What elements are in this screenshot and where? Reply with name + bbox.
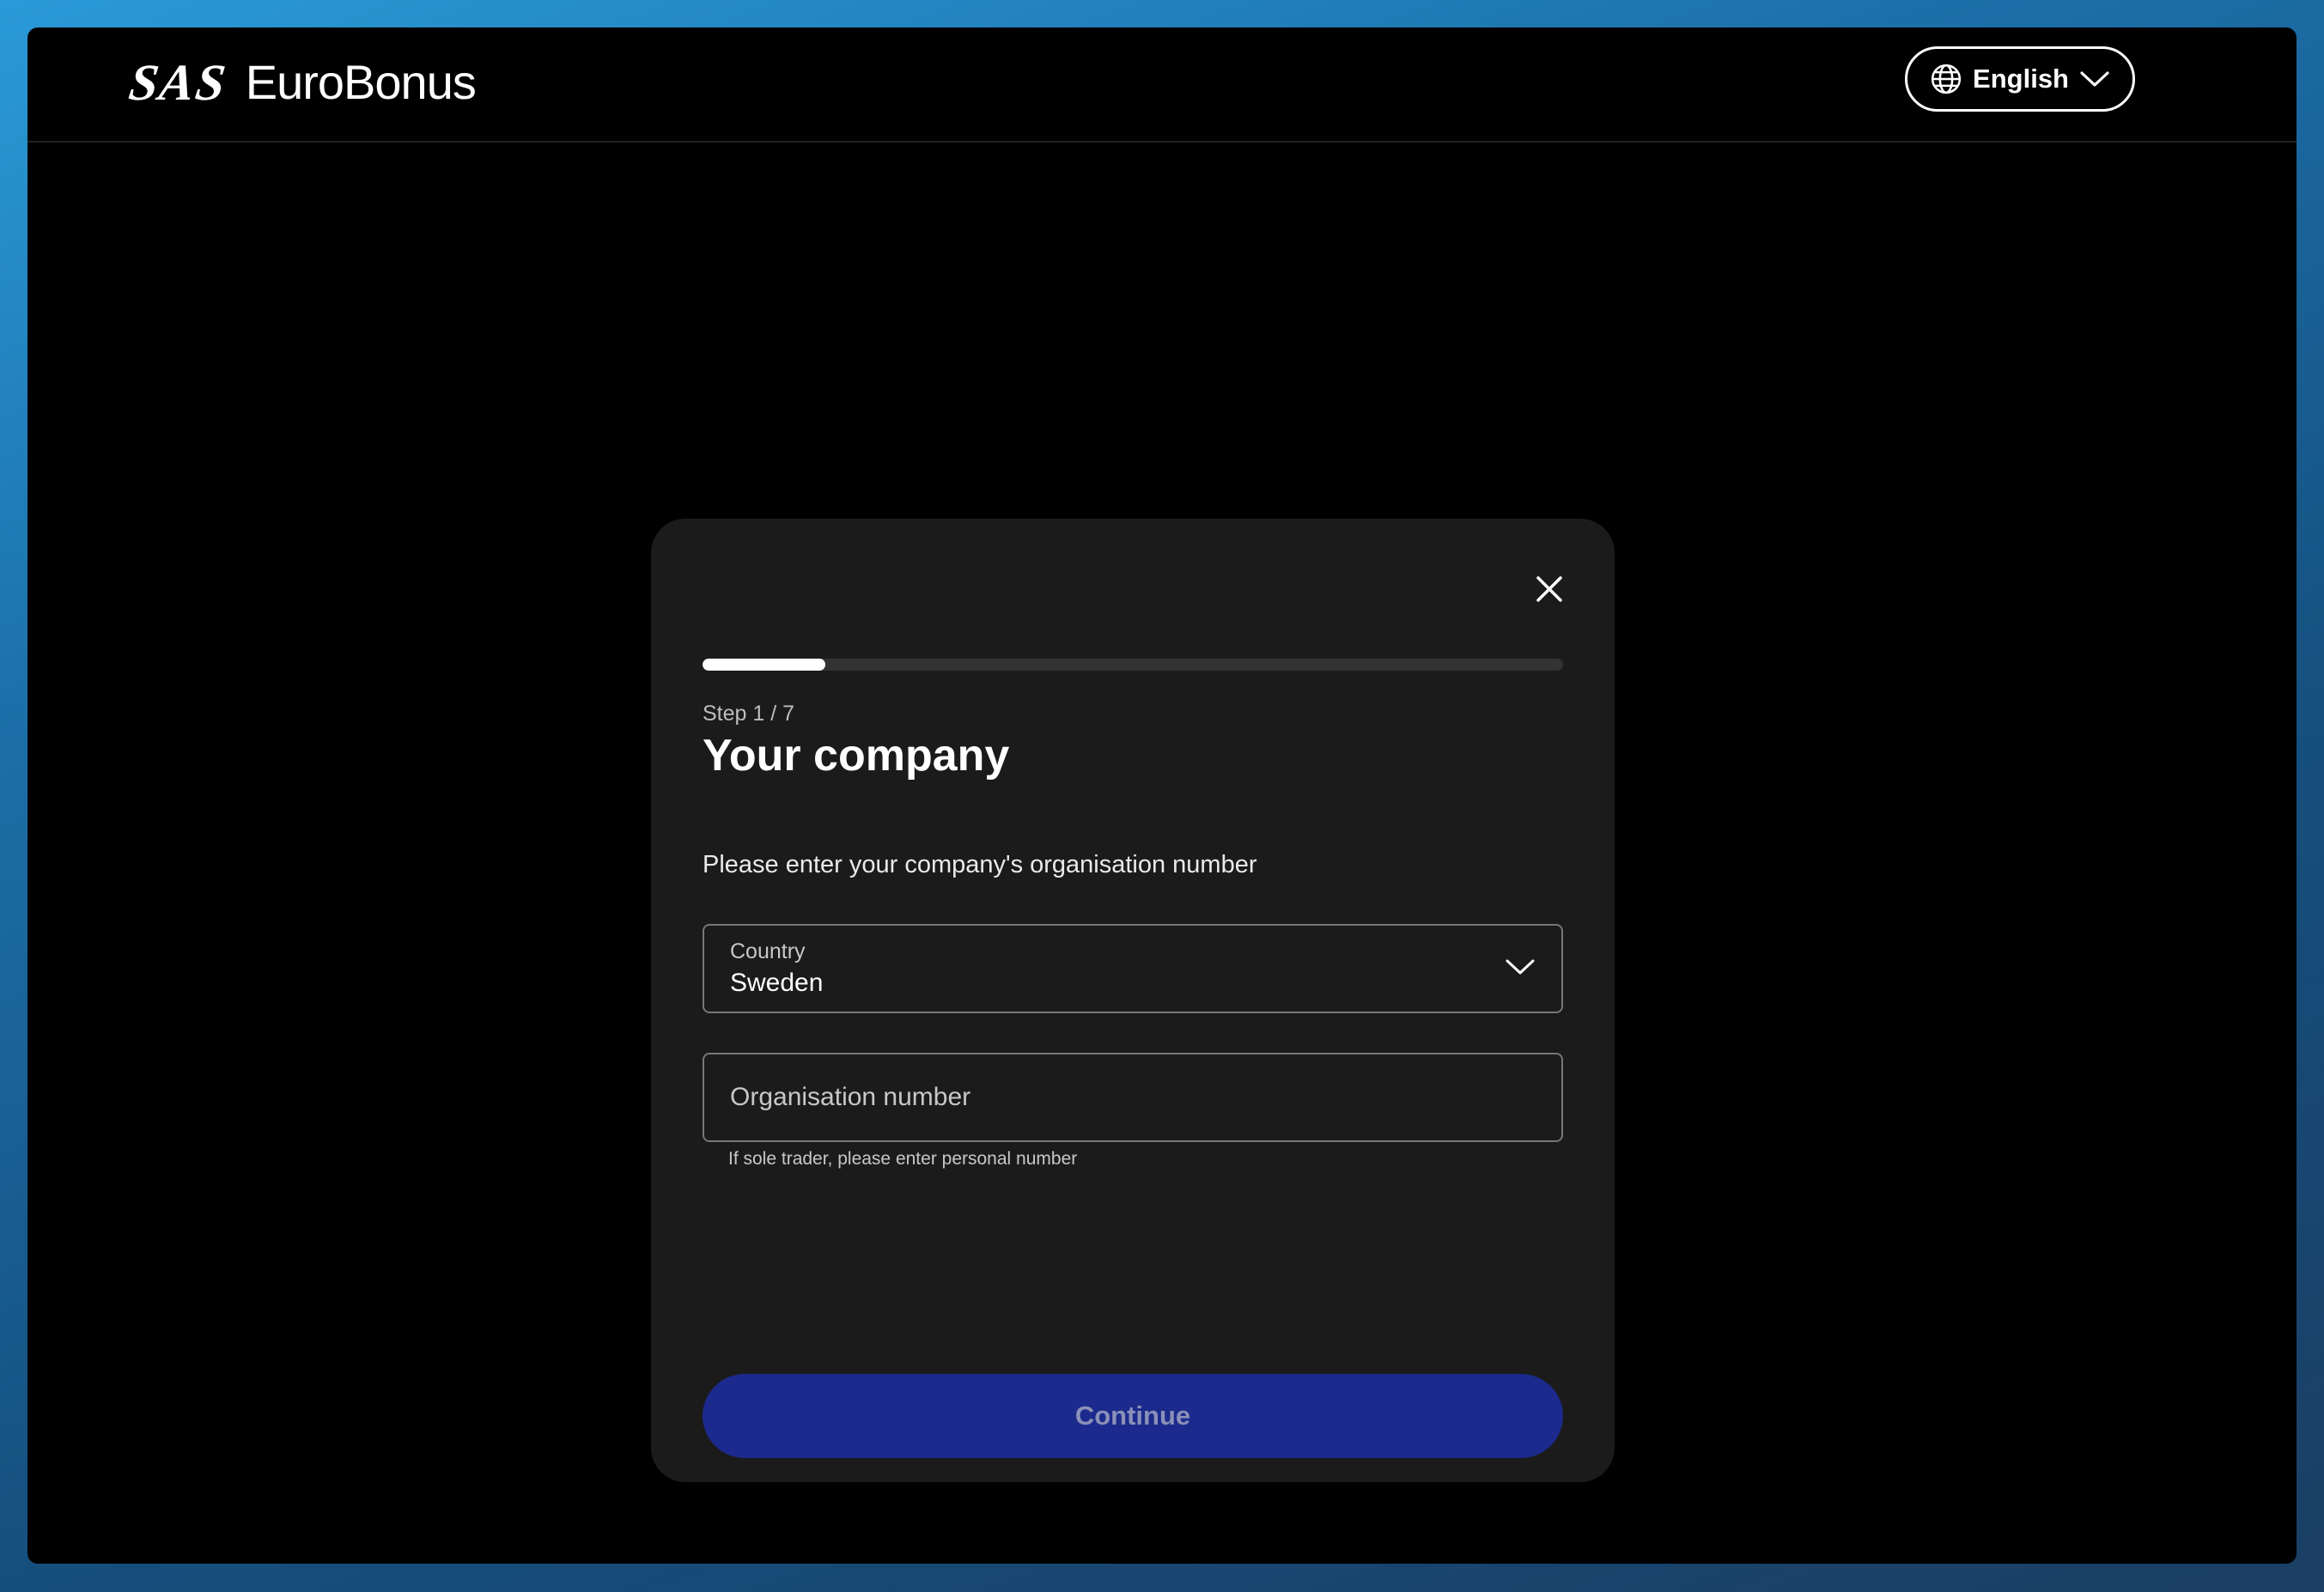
country-select[interactable]: Country Sweden — [703, 924, 1563, 1013]
continue-button[interactable]: Continue — [703, 1374, 1563, 1458]
app-window: SAS EuroBonus English Step 1 / 7 Your co… — [27, 27, 2297, 1564]
chevron-down-icon — [1505, 957, 1536, 981]
progress-bar — [703, 659, 1563, 671]
top-bar: SAS EuroBonus English — [27, 27, 2297, 143]
organisation-number-field — [703, 1053, 1563, 1142]
country-label: Country — [730, 939, 806, 963]
language-selector-button[interactable]: English — [1905, 46, 2135, 112]
logo-sas-text: SAS — [125, 54, 231, 111]
close-button[interactable] — [1534, 574, 1565, 605]
progress-fill — [703, 659, 826, 671]
modal-description: Please enter your company's organisation… — [703, 851, 1257, 878]
sas-eurobonus-logo[interactable]: SAS EuroBonus — [125, 54, 477, 111]
chevron-down-icon — [2079, 70, 2110, 88]
language-label: English — [1973, 64, 2069, 94]
close-icon — [1534, 576, 1565, 608]
company-step-modal: Step 1 / 7 Your company Please enter you… — [651, 519, 1615, 1482]
globe-icon — [1930, 63, 1962, 95]
organisation-number-hint: If sole trader, please enter personal nu… — [728, 1149, 1078, 1169]
organisation-number-input[interactable] — [704, 1054, 1561, 1140]
step-indicator: Step 1 / 7 — [703, 702, 795, 726]
modal-title: Your company — [703, 731, 1010, 781]
country-value: Sweden — [730, 969, 824, 997]
logo-brand-text: EuroBonus — [245, 55, 477, 109]
